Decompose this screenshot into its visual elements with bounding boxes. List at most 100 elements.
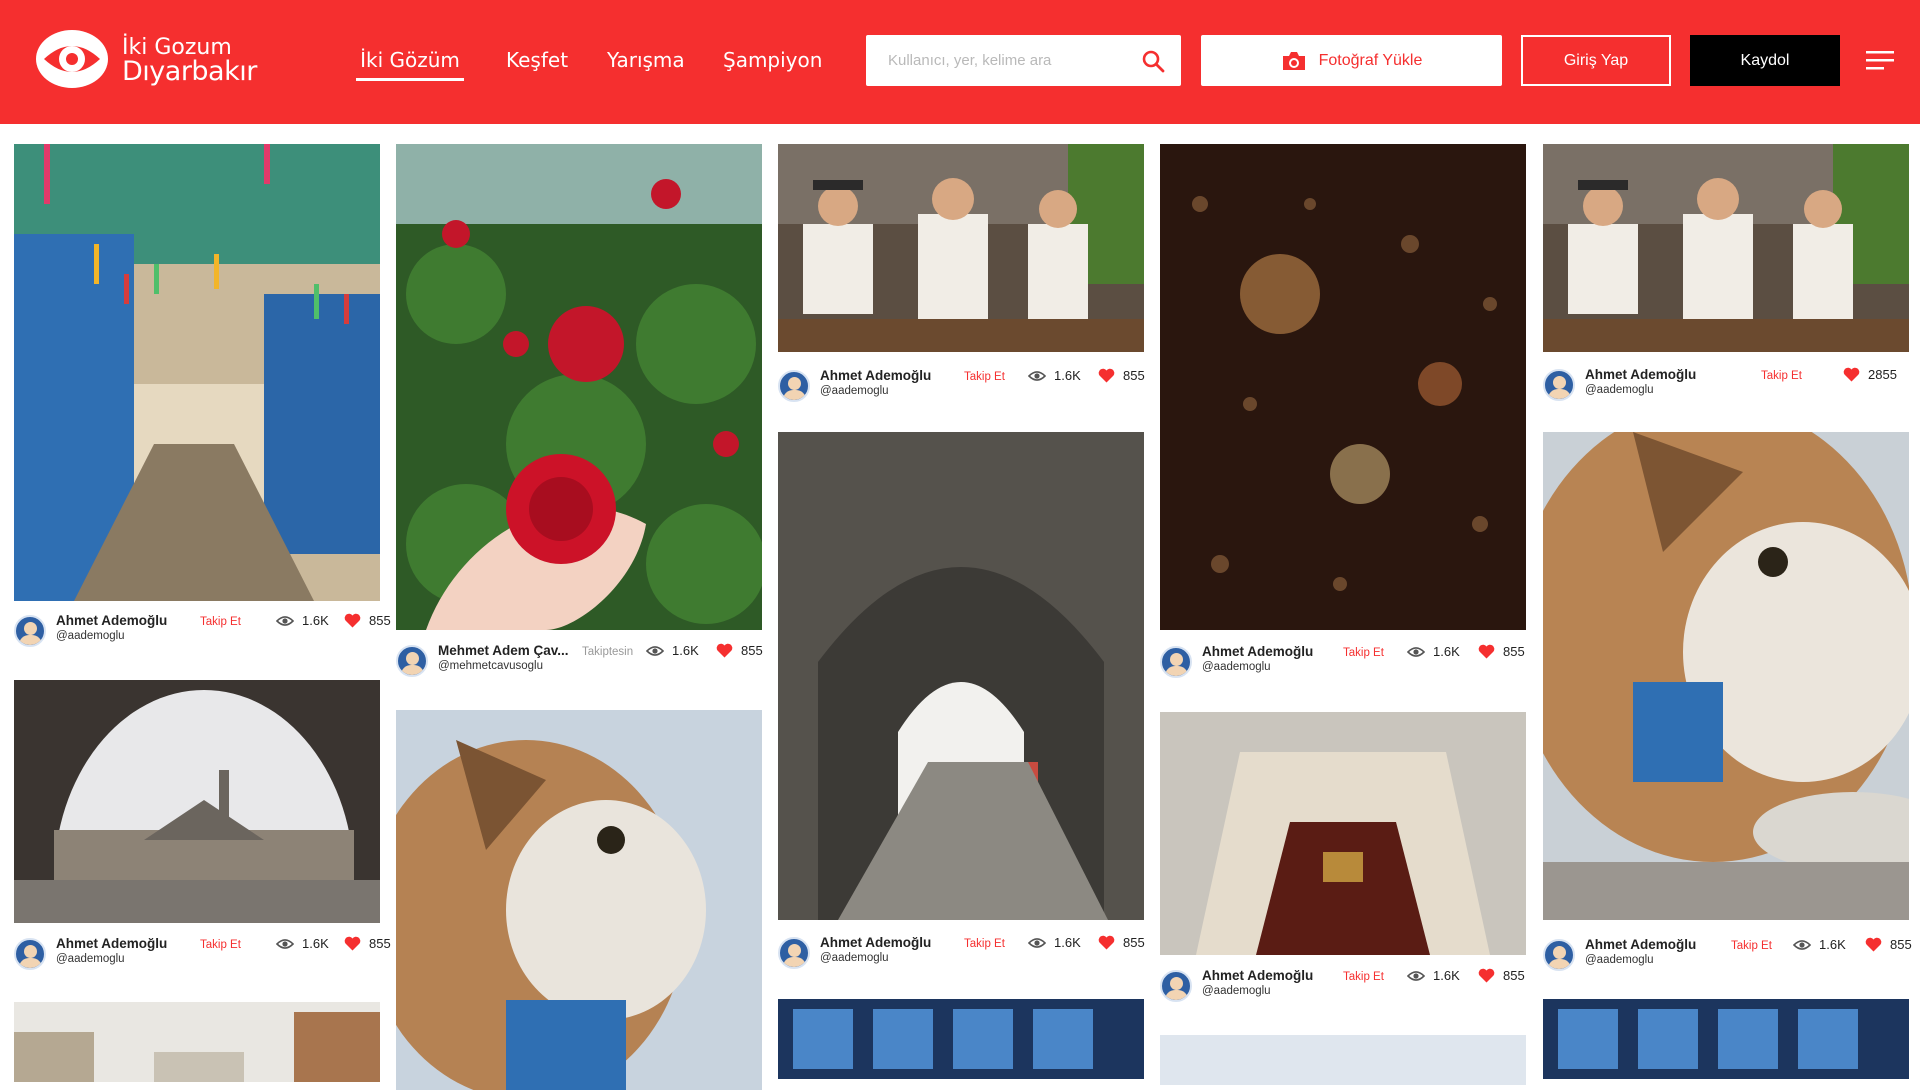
like-button[interactable]: 855 bbox=[1098, 368, 1145, 383]
follow-button[interactable]: Takip Et bbox=[1731, 940, 1772, 952]
like-button[interactable]: 855 bbox=[1478, 644, 1525, 659]
follow-button[interactable]: Takip Et bbox=[1343, 971, 1384, 983]
search-box bbox=[866, 35, 1181, 86]
eye-icon bbox=[646, 645, 664, 656]
like-count-value: 855 bbox=[1503, 644, 1525, 659]
heart-icon bbox=[1478, 968, 1495, 983]
eye-icon bbox=[276, 938, 294, 949]
hamburger-menu-icon[interactable] bbox=[1866, 48, 1894, 72]
photo-cat[interactable] bbox=[396, 710, 762, 1090]
username[interactable]: Ahmet Ademoğlu bbox=[820, 368, 931, 383]
view-count-value: 1.6K bbox=[1054, 935, 1081, 950]
like-count-value: 855 bbox=[1890, 937, 1912, 952]
search-input[interactable] bbox=[866, 35, 1136, 86]
like-button[interactable]: 855 bbox=[344, 936, 391, 951]
follow-button[interactable]: Takip Et bbox=[964, 938, 1005, 950]
photo-street[interactable] bbox=[14, 1002, 380, 1082]
like-count-value: 855 bbox=[369, 613, 391, 628]
eye-logo-icon[interactable] bbox=[34, 28, 110, 90]
user-handle: @aademoglu bbox=[1202, 985, 1271, 997]
photo-window-grid[interactable] bbox=[1543, 999, 1909, 1079]
like-count-value: 855 bbox=[1123, 368, 1145, 383]
view-count-value: 1.6K bbox=[1054, 368, 1081, 383]
username[interactable]: Ahmet Ademoğlu bbox=[56, 936, 167, 951]
avatar[interactable] bbox=[14, 615, 46, 647]
photo-sky[interactable] bbox=[1160, 1035, 1526, 1085]
follow-button[interactable]: Takip Et bbox=[964, 371, 1005, 383]
photo-card-meta: Ahmet Ademoğlu @aademoglu Takip Et 1.6K … bbox=[1160, 644, 1526, 684]
photo-mosque-arch[interactable] bbox=[14, 680, 380, 923]
nav-yarisma[interactable]: Yarışma bbox=[607, 48, 685, 72]
photo-card-meta: Ahmet Ademoğlu @aademoglu Takip Et 1.6K … bbox=[778, 935, 1145, 975]
photo-old-men[interactable] bbox=[778, 144, 1144, 352]
username[interactable]: Ahmet Ademoğlu bbox=[1585, 367, 1696, 382]
like-count-value: 855 bbox=[1123, 935, 1145, 950]
eye-icon bbox=[1028, 937, 1046, 948]
username[interactable]: Ahmet Ademoğlu bbox=[1202, 968, 1313, 983]
view-count-value: 1.6K bbox=[1433, 644, 1460, 659]
view-count: 1.6K bbox=[646, 643, 699, 658]
view-count-value: 1.6K bbox=[1819, 937, 1846, 952]
like-count-value: 2855 bbox=[1868, 367, 1897, 382]
avatar[interactable] bbox=[778, 937, 810, 969]
like-button[interactable]: 855 bbox=[1098, 935, 1145, 950]
like-button[interactable]: 855 bbox=[1865, 937, 1912, 952]
photo-old-men[interactable] bbox=[1543, 144, 1909, 352]
view-count: 1.6K bbox=[1028, 935, 1081, 950]
signup-button[interactable]: Kaydol bbox=[1690, 35, 1840, 86]
photo-rain-drops[interactable] bbox=[1160, 144, 1526, 630]
photo-red-rose[interactable] bbox=[396, 144, 762, 630]
like-button[interactable]: 855 bbox=[716, 643, 763, 658]
like-count-value: 855 bbox=[369, 936, 391, 951]
username[interactable]: Ahmet Ademoğlu bbox=[56, 613, 167, 628]
username[interactable]: Mehmet Adem Çav... bbox=[438, 643, 569, 658]
photo-ceiling[interactable] bbox=[1160, 712, 1526, 955]
like-button[interactable]: 2855 bbox=[1843, 367, 1897, 382]
camera-icon bbox=[1282, 51, 1305, 70]
avatar[interactable] bbox=[778, 370, 810, 402]
heart-icon bbox=[716, 643, 733, 658]
login-button[interactable]: Giriş Yap bbox=[1521, 35, 1671, 86]
user-handle: @aademoglu bbox=[56, 953, 125, 965]
search-icon[interactable] bbox=[1141, 49, 1165, 73]
nav-sampiyon[interactable]: Şampiyon bbox=[723, 48, 822, 72]
eye-icon bbox=[1407, 970, 1425, 981]
follow-button[interactable]: Takip Et bbox=[1343, 647, 1384, 659]
heart-icon bbox=[1865, 937, 1882, 952]
upload-photo-button[interactable]: Fotoğraf Yükle bbox=[1201, 35, 1502, 86]
photo-colorful-alley[interactable] bbox=[14, 144, 380, 601]
avatar[interactable] bbox=[1543, 369, 1575, 401]
follow-button[interactable]: Takip Et bbox=[1761, 370, 1802, 382]
view-count-value: 1.6K bbox=[302, 613, 329, 628]
nav-kesfet[interactable]: Keşfet bbox=[506, 48, 568, 72]
follow-button[interactable]: Takiptesin bbox=[582, 646, 633, 658]
username[interactable]: Ahmet Ademoğlu bbox=[1202, 644, 1313, 659]
nav-iki-gozum[interactable]: İki Gözüm bbox=[356, 48, 464, 81]
photo-cat-bowl[interactable] bbox=[1543, 432, 1909, 920]
photo-window-grid[interactable] bbox=[778, 999, 1144, 1079]
photo-card-meta: Mehmet Adem Çav... @mehmetcavusoglu Taki… bbox=[396, 643, 763, 683]
heart-icon bbox=[1098, 368, 1115, 383]
photo-card-meta: Ahmet Ademoğlu @aademoglu Takip Et 1.6K … bbox=[14, 936, 391, 976]
heart-icon bbox=[344, 613, 361, 628]
like-button[interactable]: 855 bbox=[1478, 968, 1525, 983]
view-count: 1.6K bbox=[276, 613, 329, 628]
username[interactable]: Ahmet Ademoğlu bbox=[1585, 937, 1696, 952]
view-count-value: 1.6K bbox=[302, 936, 329, 951]
avatar[interactable] bbox=[14, 938, 46, 970]
follow-button[interactable]: Takip Et bbox=[200, 939, 241, 951]
top-navigation-bar: İki Gozum Dıyarbakır İki Gözüm Keşfet Ya… bbox=[0, 0, 1920, 124]
view-count-value: 1.6K bbox=[1433, 968, 1460, 983]
avatar[interactable] bbox=[396, 645, 428, 677]
avatar[interactable] bbox=[1160, 646, 1192, 678]
follow-button[interactable]: Takip Et bbox=[200, 616, 241, 628]
like-button[interactable]: 855 bbox=[344, 613, 391, 628]
logo-wordmark[interactable]: İki Gozum Dıyarbakır bbox=[122, 36, 257, 86]
user-handle: @aademoglu bbox=[56, 630, 125, 642]
avatar[interactable] bbox=[1160, 970, 1192, 1002]
photo-stone-arch[interactable] bbox=[778, 432, 1144, 920]
photo-card-meta: Ahmet Ademoğlu @aademoglu Takip Et 1.6K … bbox=[14, 613, 391, 653]
username[interactable]: Ahmet Ademoğlu bbox=[820, 935, 931, 950]
avatar[interactable] bbox=[1543, 939, 1575, 971]
user-handle: @aademoglu bbox=[1585, 384, 1654, 396]
